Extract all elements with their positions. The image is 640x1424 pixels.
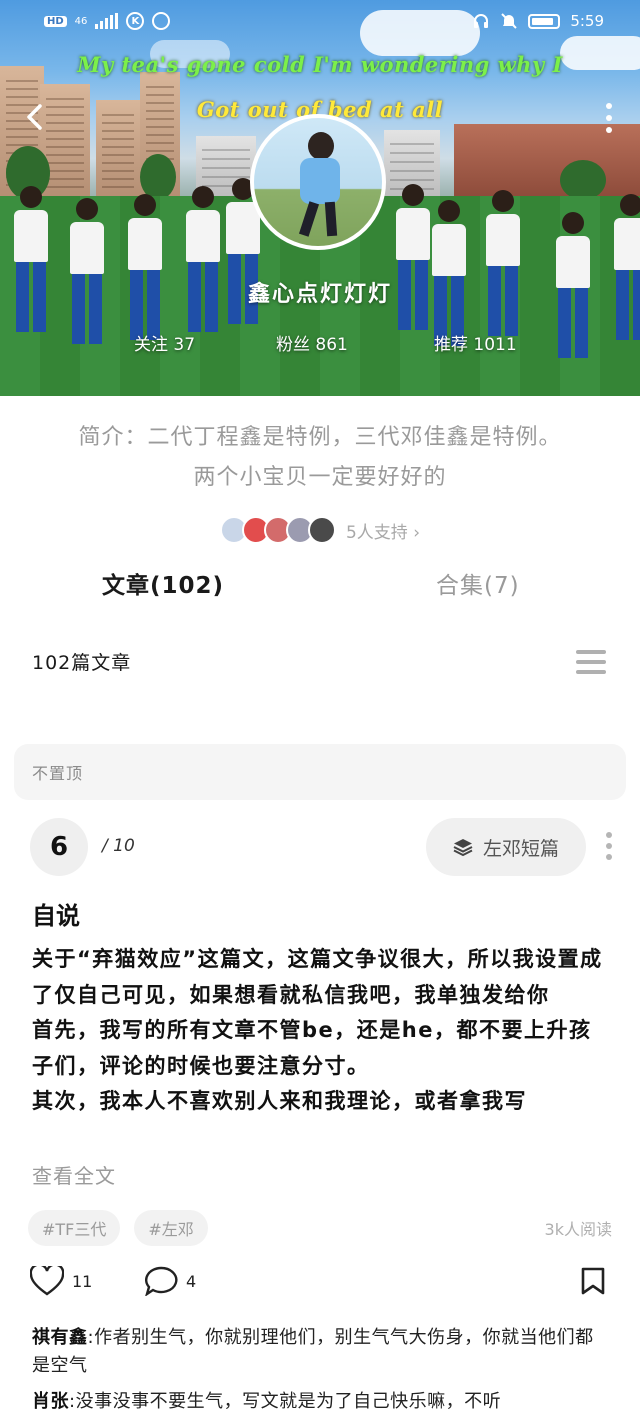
- profile-banner: HD 46 K 5:59 My tea's gone cold I'm wond…: [0, 0, 640, 396]
- student-figure: [14, 186, 48, 332]
- comment-author: 肖张: [32, 1391, 69, 1412]
- network-type: 46: [74, 15, 88, 27]
- supporter-avatar: [307, 516, 336, 544]
- back-arrow-icon[interactable]: [20, 100, 50, 134]
- article-count: 102篇文章: [32, 652, 132, 674]
- post-header: 6 / 10 左邓短篇: [30, 818, 620, 878]
- collection-label: 左邓短篇: [482, 837, 559, 860]
- student-figure: [432, 200, 466, 346]
- post-more-icon[interactable]: [606, 832, 614, 864]
- nickname: 鑫心点灯灯灯: [247, 282, 392, 307]
- student-figure: [486, 190, 520, 336]
- tab-collections[interactable]: 合集(7): [436, 566, 520, 600]
- battery-icon: [528, 13, 561, 29]
- post-body-paragraph: 其次，我本人不喜欢别人来和我理论，或者拿我写: [32, 1089, 527, 1113]
- following-count[interactable]: 关注 37: [134, 330, 195, 355]
- post-index: 6: [30, 818, 88, 876]
- comment-author: 祺有鑫: [32, 1327, 88, 1348]
- headphones-icon: [474, 14, 489, 28]
- read-count: 3k人阅读: [544, 1220, 612, 1239]
- tree: [560, 160, 606, 200]
- pin-label: 不置顶: [32, 764, 84, 783]
- status-bar: HD 46 K 5:59: [44, 8, 604, 34]
- mute-icon: [501, 13, 518, 29]
- more-options-icon[interactable]: [602, 102, 616, 134]
- student-figure: [70, 198, 104, 344]
- tag-chip[interactable]: #TF三代: [28, 1210, 121, 1246]
- signal-icon: [95, 13, 119, 29]
- student-figure: [396, 184, 430, 330]
- intro-line-1: 简介：二代丁程鑫是特例，三代邓佳鑫是特例。: [78, 425, 562, 450]
- post-body-paragraph: 关于“弃猫效应”这篇文，这篇文争议很大，所以我设置成了仅自己可见，如果想看就私信…: [32, 947, 603, 1007]
- k-icon: K: [126, 12, 145, 30]
- tab-articles[interactable]: 文章(102): [102, 566, 224, 600]
- article-count-row: 102篇文章: [32, 648, 608, 684]
- collection-button[interactable]: 左邓短篇: [426, 818, 586, 876]
- comment-text: 没事没事不要生气，写文就是为了自己快乐嘛，不听: [75, 1391, 502, 1412]
- intro-line-2: 两个小宝贝一定要好好的: [193, 465, 447, 490]
- content-tabs: 文章(102) 合集(7): [0, 560, 640, 608]
- layers-icon: [453, 839, 473, 857]
- like-count: 11: [72, 1271, 93, 1291]
- clock: 5:59: [570, 12, 604, 30]
- comment-count: 4: [186, 1271, 197, 1291]
- post-actions: 11 4: [30, 1264, 610, 1304]
- student-figure: [614, 194, 640, 340]
- tag-chip[interactable]: #左邓: [134, 1210, 208, 1246]
- bookmark-icon[interactable]: [580, 1266, 606, 1296]
- fans-count[interactable]: 粉丝 861: [276, 330, 348, 355]
- like-button[interactable]: 11: [30, 1266, 92, 1296]
- student-figure: [128, 194, 162, 340]
- heart-icon: [30, 1266, 64, 1296]
- student-figure: [186, 186, 220, 332]
- hd-icon: HD: [44, 15, 67, 27]
- building: [454, 124, 640, 196]
- avatar[interactable]: [250, 114, 386, 250]
- comment-text: 作者别生气，你就别理他们，别生气气大伤身，你就当他们都是空气: [32, 1327, 594, 1376]
- post-tags: #TF三代 #左邓: [28, 1210, 208, 1246]
- supporters-row[interactable]: 5人支持 ›: [0, 516, 640, 544]
- post-total: / 10: [102, 836, 135, 856]
- post-body-paragraph: 首先，我写的所有文章不管be，还是he，都不要上升孩子们，评论的时候也要注意分寸…: [32, 1018, 592, 1078]
- comment-item[interactable]: 祺有鑫:作者别生气，你就别理他们，别生气气大伤身，你就当他们都是空气: [32, 1324, 612, 1380]
- list-menu-icon[interactable]: [576, 650, 606, 678]
- post-body[interactable]: 关于“弃猫效应”这篇文，这篇文争议很大，所以我设置成了仅自己可见，如果想看就私信…: [32, 942, 612, 1120]
- lyric-line-1: My tea's gone cold I'm wondering why I: [77, 52, 563, 77]
- recommend-count[interactable]: 推荐 1011: [434, 330, 517, 355]
- profile-intro: 简介：二代丁程鑫是特例，三代邓佳鑫是特例。 两个小宝贝一定要好好的: [20, 418, 620, 498]
- pin-bar[interactable]: 不置顶: [14, 744, 626, 800]
- notification-icon: [152, 12, 171, 30]
- comment-icon: [144, 1266, 178, 1296]
- read-more-link[interactable]: 查看全文: [32, 1160, 116, 1189]
- comment-button[interactable]: 4: [144, 1266, 196, 1296]
- comment-item[interactable]: 肖张:没事没事不要生气，写文就是为了自己快乐嘛，不听: [32, 1388, 612, 1416]
- comment-preview-list: 祺有鑫:作者别生气，你就别理他们，别生气气大伤身，你就当他们都是空气 肖张:没事…: [32, 1324, 612, 1424]
- post-title[interactable]: 自说: [32, 896, 80, 931]
- supporters-count[interactable]: 5人支持 ›: [346, 518, 420, 543]
